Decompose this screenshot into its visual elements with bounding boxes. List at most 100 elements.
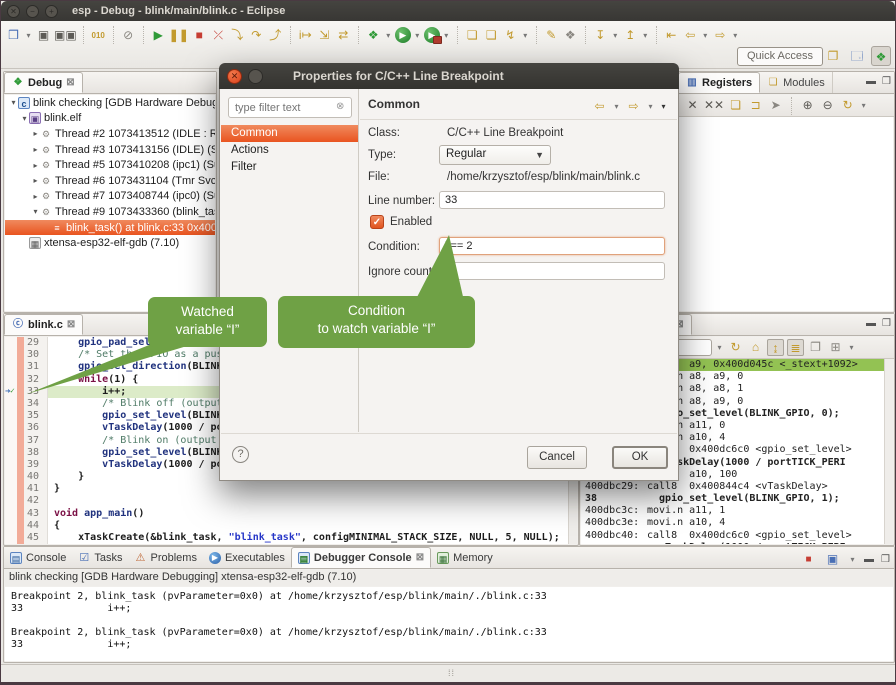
terminate-console-icon[interactable]: ■ (800, 551, 817, 568)
window-minimize-button[interactable]: − (26, 5, 39, 18)
dialog-nav-common[interactable]: Common (221, 125, 358, 142)
save-all-icon[interactable]: ▣▣ (54, 27, 77, 44)
minimize-icon[interactable]: ▬ (866, 75, 876, 89)
skip-breakpoints-icon[interactable]: ⊘ (120, 27, 137, 44)
quick-access-box[interactable]: Quick Access (737, 47, 823, 66)
dialog-nav-actions[interactable]: Actions (221, 142, 358, 159)
minimize-icon[interactable]: ▬ (866, 317, 876, 331)
run-dropdown-icon[interactable]: ▾ (413, 27, 422, 44)
disconnect-icon[interactable]: ⤫ (210, 27, 227, 44)
view-menu-icon[interactable]: ▾ (659, 98, 668, 115)
open-type-icon[interactable]: ❏ (464, 27, 481, 44)
save-icon[interactable]: ▣ (35, 27, 52, 44)
use-step-filters-icon[interactable]: ⇄ (335, 27, 352, 44)
forward-dropdown-icon[interactable]: ▾ (731, 27, 740, 44)
minimize-icon[interactable]: ▬ (864, 553, 874, 567)
tab-problems[interactable]: ⚠Problems (128, 547, 202, 568)
show-source-icon[interactable]: ≣ (787, 339, 804, 356)
debug-tree-item[interactable]: ▾cblink checking [GDB Hardware Debug (5, 95, 215, 111)
filter-input[interactable] (228, 97, 352, 118)
forward-icon[interactable]: ⇨ (625, 98, 642, 115)
back-icon[interactable]: ⇦ (591, 98, 608, 115)
type-select[interactable]: Regular ▼ (439, 145, 551, 165)
forward-icon[interactable]: ⇨ (712, 27, 729, 44)
new-dropdown-icon[interactable]: ▾ (24, 27, 33, 44)
console-content[interactable]: Breakpoint 2, blink_task (pvParameter=0x… (5, 587, 893, 661)
new-wizard-icon[interactable]: ❒ (5, 27, 22, 44)
back-icon[interactable]: ⇦ (682, 27, 699, 44)
previous-annotation-dropdown-icon[interactable]: ▾ (641, 27, 650, 44)
instruction-stepping-icon[interactable]: i↦ (297, 27, 314, 44)
disassembly-line[interactable]: 400dbc40:call8 0x400dc6c0 <gpio_set_leve… (581, 530, 893, 542)
binary-icon[interactable]: 010 (90, 27, 107, 44)
debug-dropdown-icon[interactable]: ▾ (384, 27, 393, 44)
debug-tree-item[interactable]: ▦xtensa-esp32-elf-gdb (7.10) (5, 235, 215, 251)
expander-icon[interactable]: ▾ (20, 114, 29, 123)
tab-debug[interactable]: ❖ Debug ⊠ (4, 72, 83, 93)
debug-tree-item[interactable]: ▾⚙Thread #9 1073433360 (blink_task (5, 204, 215, 220)
restore-icon[interactable]: ↻ (839, 97, 856, 114)
editor-line[interactable]: 42 (5, 495, 577, 507)
tab-debugger[interactable]: ▤Debugger Console⊠ (291, 547, 431, 568)
condition-input[interactable] (439, 237, 665, 255)
clear-filter-icon[interactable]: ⊗ (336, 101, 344, 112)
debug-tree-item[interactable]: ▸⚙Thread #3 1073413156 (IDLE) (Susp (5, 142, 215, 158)
sync-with-stack-icon[interactable]: ↨ (767, 339, 784, 356)
external-tools-dropdown-icon[interactable]: ▾ (442, 27, 451, 44)
maximize-icon[interactable]: ❒ (881, 553, 890, 567)
back-dropdown-icon[interactable]: ▾ (701, 27, 710, 44)
help-icon[interactable]: ? (232, 446, 249, 463)
tab-console[interactable]: ▤Console (4, 547, 72, 568)
tab-executables[interactable]: ▶Executables (203, 547, 291, 568)
external-tools-icon[interactable]: ▶ (424, 27, 440, 43)
expander-icon[interactable]: ▸ (31, 145, 40, 154)
view-menu-icon[interactable]: ▾ (847, 339, 856, 356)
home-icon[interactable]: ⌂ (747, 339, 764, 356)
open-new-view-icon[interactable]: ❐ (807, 339, 824, 356)
previous-annotation-icon[interactable]: ↥ (622, 27, 639, 44)
debug-tree-item[interactable]: ▸⚙Thread #6 1073431104 (Tmr Svc) (S (5, 173, 215, 189)
disassembly-line[interactable]: vTaskDelay(1000 / portTICK_PERI (581, 542, 893, 544)
disassembly-line[interactable]: 400dbc29:call8 0x400844c4 <vTaskDelay> (581, 481, 893, 493)
debug-perspective-icon[interactable]: ❖ (871, 46, 891, 66)
disassembly-line[interactable]: 400dbc3c:movi.n a11, 1 (581, 505, 893, 517)
maximize-icon[interactable]: ❒ (882, 75, 891, 89)
window-maximize-button[interactable]: + (45, 5, 58, 18)
window-close-button[interactable]: ✕ (7, 5, 20, 18)
open-perspective-icon[interactable]: ❐ (823, 46, 843, 66)
dialog-minimize-button[interactable] (248, 69, 263, 84)
suspend-icon[interactable]: ❚❚ (169, 27, 189, 44)
toggle-block-selection-icon[interactable]: ❖ (562, 27, 579, 44)
editor-line[interactable]: 44{ (5, 520, 577, 532)
editor-line[interactable]: 41} (5, 483, 577, 495)
step-over-icon[interactable]: ↷ (248, 27, 265, 44)
line-number-input[interactable] (439, 191, 665, 209)
remove-register-group-icon[interactable]: ✕ (684, 97, 701, 114)
pin-icon[interactable]: ⊞ (827, 339, 844, 356)
expander-icon[interactable]: ▾ (9, 98, 18, 107)
step-into-icon[interactable]: ⤵ (229, 27, 246, 44)
resume-icon[interactable]: ▶ (150, 27, 167, 44)
cpp-perspective-icon[interactable]: 🗔 (847, 46, 867, 66)
search-dropdown-icon[interactable]: ▾ (521, 27, 530, 44)
dialog-close-button[interactable]: ✕ (227, 69, 242, 84)
run-icon[interactable]: ▶ (395, 27, 411, 43)
editor-line[interactable]: 45 xTaskCreate(&blink_task, "blink_task"… (5, 532, 577, 544)
forward-dropdown-icon[interactable]: ▾ (646, 98, 655, 115)
disassembly-scrollbar[interactable] (884, 359, 893, 544)
enabled-checkbox[interactable]: ✓ (370, 215, 384, 229)
location-dropdown-icon[interactable]: ▾ (715, 339, 724, 356)
disassembly-line[interactable]: 400dbc3e:movi.n a10, 4 (581, 517, 893, 529)
debug-tree-item[interactable]: ▸⚙Thread #7 1073408744 (ipc0) (Susp (5, 189, 215, 205)
view-menu-icon[interactable]: ▾ (859, 97, 868, 114)
drop-to-frame-icon[interactable]: ⇲ (316, 27, 333, 44)
show-columns-icon[interactable]: ⊐ (747, 97, 764, 114)
sash-grip[interactable]: ⁞⁞ (448, 668, 455, 678)
tab-tasks[interactable]: ☑Tasks (72, 547, 128, 568)
cancel-button[interactable]: Cancel (527, 446, 587, 469)
back-dropdown-icon[interactable]: ▾ (612, 98, 621, 115)
display-console-icon[interactable]: ▣ (824, 551, 841, 568)
debug-tree-item[interactable]: ▾▣blink.elf (5, 111, 215, 127)
tab-registers[interactable]: ▥ Registers (678, 72, 760, 93)
debug-tree-item[interactable]: ▸⚙Thread #2 1073413512 (IDLE : Runn (5, 126, 215, 142)
